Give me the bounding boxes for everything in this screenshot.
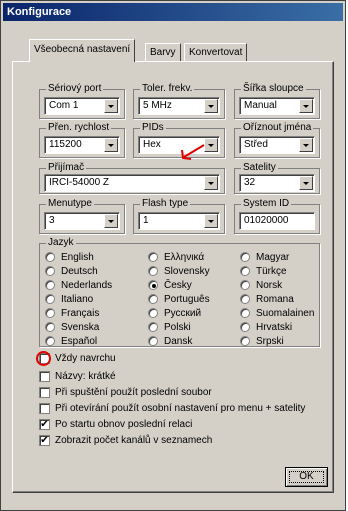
radio-button-icon xyxy=(45,252,55,262)
radio-button-icon xyxy=(148,308,158,318)
radio-button-icon xyxy=(45,322,55,332)
satellites-value: 32 xyxy=(244,177,256,188)
system-id-field[interactable]: 01020000 xyxy=(239,212,315,230)
satellites-label: Satelity xyxy=(241,162,278,174)
radio-button-icon xyxy=(240,252,250,262)
menutype-select[interactable]: 3 xyxy=(44,212,120,230)
serial-port-select[interactable]: Com 1 xyxy=(44,97,120,115)
trim-names-select[interactable]: Střed xyxy=(239,136,315,154)
flash-type-label: Flash type xyxy=(140,198,191,210)
window-title: Konfigurace xyxy=(3,3,343,21)
tab-colors[interactable]: Barvy xyxy=(145,43,181,62)
system-id-label: System ID xyxy=(241,198,292,210)
radio-button-icon xyxy=(148,252,158,262)
checkbox-icon xyxy=(39,403,50,414)
checkbox-icon xyxy=(39,387,50,398)
checkmark-icon: ✔ xyxy=(39,419,50,430)
red-circle-highlight xyxy=(36,351,51,366)
tab-general-settings[interactable]: Všeobecná nastavení xyxy=(29,39,136,62)
baud-rate-select[interactable]: 115200 xyxy=(44,136,120,154)
radio-button-icon xyxy=(148,294,158,304)
radio-button-icon xyxy=(240,294,250,304)
column-width-select[interactable]: Manual xyxy=(239,97,315,115)
chevron-down-icon[interactable] xyxy=(204,176,218,190)
flash-type-value: 1 xyxy=(143,215,149,226)
trim-names-label: Oříznout jména xyxy=(241,122,314,134)
radio-button-icon xyxy=(45,294,55,304)
receiver-label: Přijímač xyxy=(46,162,87,174)
chevron-down-icon[interactable] xyxy=(299,99,313,113)
radio-button-icon xyxy=(240,308,250,318)
chevron-down-icon[interactable] xyxy=(204,99,218,113)
receiver-value: IRCI-54000 Z xyxy=(49,177,110,188)
serial-port-value: Com 1 xyxy=(49,100,79,111)
red-arrow-icon xyxy=(181,144,205,160)
tolerance-select[interactable]: 5 MHz xyxy=(138,97,220,115)
chevron-down-icon[interactable] xyxy=(104,138,118,152)
tolerance-label: Toler. frekv. xyxy=(140,83,195,95)
baud-rate-value: 115200 xyxy=(49,139,82,150)
trim-names-value: Střed xyxy=(244,139,268,150)
serial-port-label: Sériový port xyxy=(46,83,104,95)
radio-button-icon xyxy=(45,336,55,346)
chevron-down-icon[interactable] xyxy=(299,138,313,152)
radio-button-icon xyxy=(240,336,250,346)
radio-button-icon xyxy=(240,266,250,276)
radio-button-icon xyxy=(148,266,158,276)
ok-button[interactable]: OK xyxy=(285,467,328,487)
baud-rate-label: Přen. rychlost xyxy=(46,122,112,134)
tab-convert[interactable]: Konvertovat xyxy=(184,43,248,62)
radio-button-icon xyxy=(45,266,55,276)
receiver-select[interactable]: IRCI-54000 Z xyxy=(44,174,220,192)
tolerance-value: 5 MHz xyxy=(143,100,172,111)
checkmark-icon: ✔ xyxy=(39,435,50,446)
menutype-label: Menutype xyxy=(46,198,94,210)
radio-button-icon xyxy=(45,308,55,318)
column-width-label: Šířka sloupce xyxy=(241,83,306,95)
chevron-down-icon[interactable] xyxy=(104,214,118,228)
chevron-down-icon[interactable] xyxy=(299,176,313,190)
radio-button-icon xyxy=(148,322,158,332)
pids-value: Hex xyxy=(143,139,161,150)
radio-button-icon xyxy=(240,322,250,332)
chevron-down-icon[interactable] xyxy=(104,99,118,113)
chevron-down-icon[interactable] xyxy=(204,214,218,228)
radio-button-icon xyxy=(240,280,250,290)
radio-button-icon xyxy=(148,336,158,346)
satellites-select[interactable]: 32 xyxy=(239,174,315,192)
flash-type-select[interactable]: 1 xyxy=(138,212,220,230)
column-width-value: Manual xyxy=(244,100,277,111)
radio-button-icon xyxy=(148,280,158,290)
language-label: Jazyk xyxy=(46,237,76,249)
focus-rect xyxy=(289,471,324,483)
checkbox-icon xyxy=(39,371,50,382)
radio-button-icon xyxy=(45,280,55,290)
menutype-value: 3 xyxy=(49,215,55,226)
pids-label: PIDs xyxy=(140,122,166,134)
